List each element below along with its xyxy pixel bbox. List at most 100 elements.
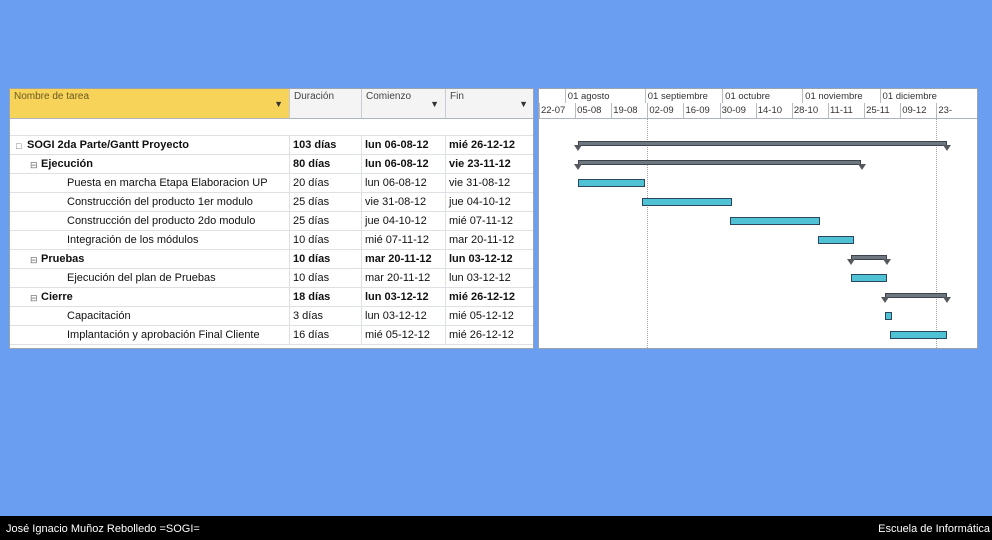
task-bar[interactable] — [889, 331, 947, 339]
task-name-cell[interactable]: Capacitación — [10, 307, 290, 325]
task-end-cell[interactable]: vie 31-08-12 — [446, 174, 533, 192]
dropdown-arrow-icon[interactable]: ▼ — [430, 99, 439, 109]
column-header-duration[interactable]: Duración — [290, 89, 362, 119]
task-start-cell[interactable]: mié 05-12-12 — [362, 326, 446, 344]
collapse-toggle-icon[interactable]: ⊟ — [30, 289, 38, 306]
column-header-end[interactable]: Fin ▼ — [446, 89, 533, 119]
column-header-label: Duración — [294, 91, 335, 102]
timescale-months: 01 agosto 01 septiembre 01 octubre 01 novie… — [539, 91, 977, 103]
task-row[interactable]: ⊟ Cierre 18 días lun 03-12-12 mié 26-12-12 — [10, 288, 533, 307]
task-name-cell[interactable]: Ejecución del plan de Pruebas — [10, 269, 290, 287]
task-end-cell[interactable]: vie 23-11-12 — [446, 155, 533, 173]
task-bar[interactable] — [577, 179, 645, 187]
task-name-cell[interactable]: ⊟ Pruebas — [10, 250, 290, 268]
task-name: Construcción del producto 1er modulo — [67, 196, 253, 208]
task-bar[interactable] — [884, 312, 893, 320]
task-duration-cell[interactable]: 18 días — [290, 288, 362, 306]
task-duration-cell[interactable]: 103 días — [290, 136, 362, 154]
task-name: Puesta en marcha Etapa Elaboracion UP — [67, 177, 268, 189]
summary-bar[interactable] — [884, 293, 947, 298]
task-bar[interactable] — [729, 217, 821, 225]
task-duration-cell[interactable]: 20 días — [290, 174, 362, 192]
task-row[interactable]: Construcción del producto 1er modulo 25 d… — [10, 193, 533, 212]
task-row[interactable]: □ SOGI 2da Parte/Gantt Proyecto 103 días lu… — [10, 136, 533, 155]
summary-cap-icon — [847, 259, 856, 265]
task-name-cell[interactable]: Integración de los módulos — [10, 231, 290, 249]
task-start-cell[interactable]: jue 04-10-12 — [362, 212, 446, 230]
task-row[interactable]: Capacitación 3 días lun 03-12-12 mié 05-12-… — [10, 307, 533, 326]
week-divider — [647, 103, 649, 118]
task-start-cell[interactable]: mar 20-11-12 — [362, 250, 446, 268]
week-divider — [936, 103, 938, 118]
column-header-start[interactable]: Comienzo ▼ — [362, 89, 446, 119]
timescale-border — [539, 118, 977, 119]
summary-cap-icon — [573, 164, 582, 170]
task-end-cell[interactable]: lun 03-12-12 — [446, 269, 533, 287]
task-row[interactable]: Puesta en marcha Etapa Elaboracion UP 20 … — [10, 174, 533, 193]
week-divider — [575, 103, 577, 118]
task-name: Capacitación — [67, 310, 131, 322]
task-name-cell[interactable]: Construcción del producto 2do modulo — [10, 212, 290, 230]
task-row[interactable]: Implantación y aprobación Final Cliente 1… — [10, 326, 533, 345]
collapse-toggle-icon[interactable]: □ — [16, 137, 21, 154]
task-row[interactable]: ⊟ Ejecución 80 días lun 06-08-12 vie 23-11-1… — [10, 155, 533, 174]
task-name: Cierre — [41, 291, 73, 303]
task-duration-cell[interactable]: 10 días — [290, 231, 362, 249]
task-start-cell[interactable]: lun 03-12-12 — [362, 288, 446, 306]
task-duration-cell[interactable]: 10 días — [290, 269, 362, 287]
task-end-cell[interactable]: mié 26-12-12 — [446, 136, 533, 154]
week-divider — [539, 103, 540, 118]
task-name-cell[interactable]: ⊟ Cierre — [10, 288, 290, 306]
month-divider — [564, 89, 566, 103]
task-duration-cell[interactable]: 3 días — [290, 307, 362, 325]
task-row[interactable]: ⊟ Pruebas 10 días mar 20-11-12 lun 03-12-12 — [10, 250, 533, 269]
task-end-cell[interactable]: mié 26-12-12 — [446, 288, 533, 306]
task-end-cell[interactable]: mié 26-12-12 — [446, 326, 533, 344]
task-start-cell[interactable]: lun 06-08-12 — [362, 174, 446, 192]
blank-row — [10, 119, 533, 136]
task-name-cell[interactable]: Construcción del producto 1er modulo — [10, 193, 290, 211]
task-name-cell[interactable]: Puesta en marcha Etapa Elaboracion UP — [10, 174, 290, 192]
task-bar[interactable] — [642, 198, 733, 206]
task-start-cell[interactable]: lun 06-08-12 — [362, 136, 446, 154]
gridline — [647, 119, 649, 348]
task-end-cell[interactable]: mié 05-12-12 — [446, 307, 533, 325]
task-duration-cell[interactable]: 25 días — [290, 212, 362, 230]
week-label: 02-09 — [649, 105, 674, 116]
task-row[interactable]: Integración de los módulos 10 días mié 07-… — [10, 231, 533, 250]
month-divider — [879, 89, 881, 103]
task-duration-cell[interactable]: 10 días — [290, 250, 362, 268]
task-start-cell[interactable]: lun 06-08-12 — [362, 155, 446, 173]
month-label: 01 septiembre — [647, 91, 708, 102]
task-row[interactable]: Ejecución del plan de Pruebas 10 días mar … — [10, 269, 533, 288]
task-row[interactable]: Construcción del producto 2do modulo 25 d… — [10, 212, 533, 231]
collapse-toggle-icon[interactable]: ⊟ — [30, 251, 38, 268]
task-start-cell[interactable]: mar 20-11-12 — [362, 269, 446, 287]
task-name-cell[interactable]: ⊟ Ejecución — [10, 155, 290, 173]
summary-bar[interactable] — [577, 141, 947, 146]
task-end-cell[interactable]: lun 03-12-12 — [446, 250, 533, 268]
task-bar[interactable] — [817, 236, 854, 244]
summary-bar[interactable] — [851, 255, 888, 260]
task-start-cell[interactable]: mié 07-11-12 — [362, 231, 446, 249]
week-divider — [719, 103, 721, 118]
task-end-cell[interactable]: mar 20-11-12 — [446, 231, 533, 249]
task-duration-cell[interactable]: 80 días — [290, 155, 362, 173]
task-name-cell[interactable]: □ SOGI 2da Parte/Gantt Proyecto — [10, 136, 290, 154]
task-start-cell[interactable]: lun 03-12-12 — [362, 307, 446, 325]
task-end-cell[interactable]: jue 04-10-12 — [446, 193, 533, 211]
column-header-name[interactable]: Nombre de tarea ▼ — [10, 89, 290, 119]
task-duration-cell[interactable]: 16 días — [290, 326, 362, 344]
task-start-cell[interactable]: vie 31-08-12 — [362, 193, 446, 211]
task-duration-cell[interactable]: 25 días — [290, 193, 362, 211]
task-name-cell[interactable]: Implantación y aprobación Final Cliente — [10, 326, 290, 344]
task-end-cell[interactable]: mié 07-11-12 — [446, 212, 533, 230]
task-bar[interactable] — [851, 274, 888, 282]
dropdown-arrow-icon[interactable]: ▼ — [519, 99, 528, 109]
summary-bar[interactable] — [577, 160, 862, 165]
dropdown-arrow-icon[interactable]: ▼ — [274, 99, 283, 109]
week-label: 19-08 — [613, 105, 638, 116]
collapse-toggle-icon[interactable]: ⊟ — [30, 156, 38, 173]
month-label: 01 agosto — [567, 91, 610, 102]
task-name: Integración de los módulos — [67, 234, 199, 246]
